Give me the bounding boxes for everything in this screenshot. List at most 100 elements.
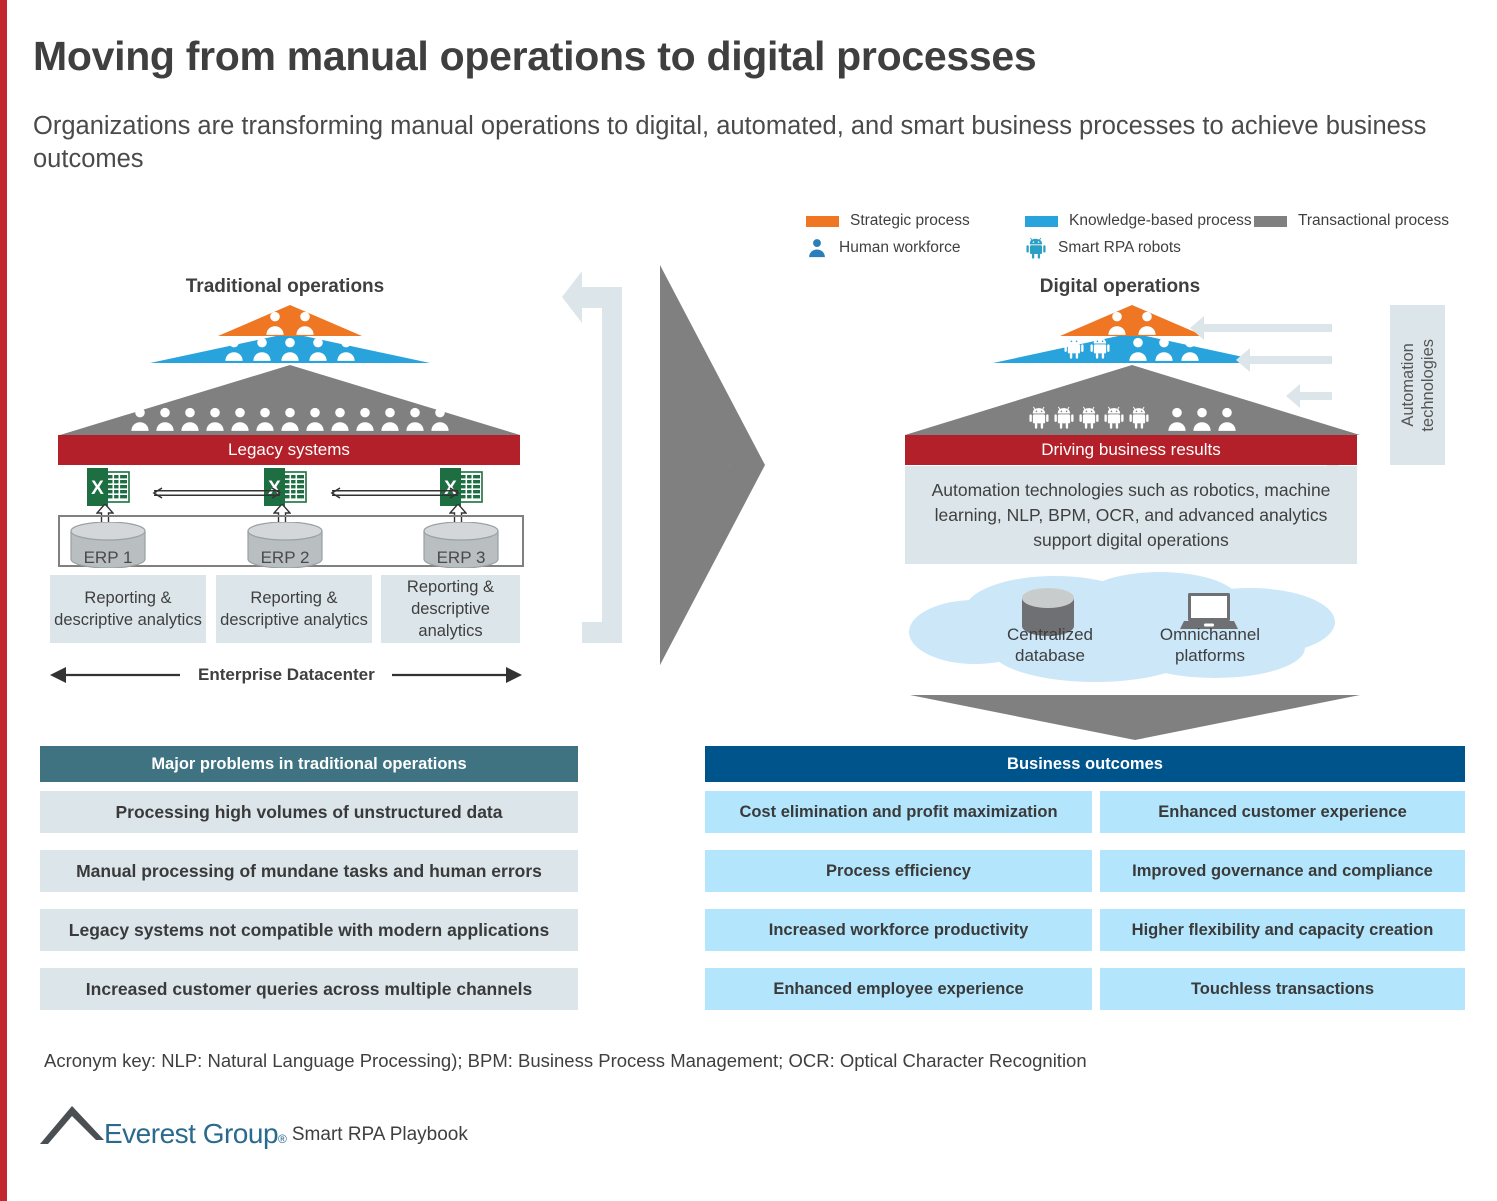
cloud-shape-icon <box>909 572 1335 682</box>
omnichannel-platforms-label: Omnichannel platforms <box>1145 624 1275 666</box>
person-icon <box>1129 337 1147 361</box>
outcome-item: Higher flexibility and capacity creation <box>1100 909 1465 951</box>
feedback-loop-arrow-icon <box>562 271 622 643</box>
automation-description-box: Automation technologies such as robotics… <box>905 466 1357 564</box>
erp-node: ERP 1 <box>69 521 147 569</box>
person-icon <box>281 337 299 361</box>
legend-item-knowledge-based-process: Knowledge-based process <box>1025 212 1252 230</box>
person-icon <box>1108 311 1126 335</box>
analytics-box: Reporting & descriptive analytics <box>216 575 372 643</box>
outcome-item: Increased workforce productivity <box>705 909 1092 951</box>
left-arrow-icon <box>50 667 180 683</box>
legend-label: Smart RPA robots <box>1058 239 1181 256</box>
everest-group-logo: Everest Group ® Smart RPA Playbook <box>38 1098 468 1149</box>
driving-business-results-band: Driving business results <box>905 435 1357 465</box>
problem-item: Manual processing of mundane tasks and h… <box>40 850 578 892</box>
legend-item-human-workforce: Human workforce <box>806 237 960 259</box>
digital-operations-title: Digital operations <box>1039 276 1201 297</box>
robot-icon <box>1128 406 1149 429</box>
erp-node: ERP 2 <box>246 521 324 569</box>
legend-label: Human workforce <box>839 239 961 256</box>
knowledge-process-swatch-icon <box>1025 215 1058 227</box>
brand-name: Everest Group <box>104 1118 279 1149</box>
robot-icon <box>1028 406 1049 429</box>
person-icon <box>331 407 349 431</box>
bidirectional-arrow-icon <box>152 487 282 499</box>
page-subtitle: Organizations are transforming manual op… <box>33 112 1427 173</box>
legend-label: Knowledge-based process <box>1069 212 1252 229</box>
automation-description-text: Automation technologies such as robotics… <box>931 479 1331 550</box>
legend-label: Transactional process <box>1298 212 1450 229</box>
erp-label: ERP 1 <box>83 548 133 567</box>
outcome-item: Improved governance and compliance <box>1100 850 1465 892</box>
person-icon <box>1167 407 1186 431</box>
legend-item-transactional-process: Transactional process <box>1254 212 1449 230</box>
right-arrow-icon <box>392 667 522 683</box>
person-icon <box>1155 337 1173 361</box>
cloud-item-label: Omnichannel platforms <box>1159 625 1261 665</box>
legend: Strategic process Knowledge-based proces… <box>806 210 1466 262</box>
mountain-logo-icon <box>40 1106 104 1144</box>
person-icon <box>131 407 149 431</box>
registered-mark: ® <box>278 1132 287 1146</box>
centralized-database-label: Centralized database <box>985 624 1115 666</box>
person-icon <box>309 337 327 361</box>
person-icon <box>306 407 324 431</box>
problem-item: Processing high volumes of unstructured … <box>40 791 578 833</box>
robot-icon <box>1064 336 1084 359</box>
person-icon <box>406 407 424 431</box>
erp-label: ERP 2 <box>260 548 310 567</box>
robot-icon <box>1103 406 1124 429</box>
transition-arrow-icon <box>660 265 765 665</box>
problem-item: Increased customer queries across multip… <box>40 968 578 1010</box>
tier-figure-group <box>150 337 430 361</box>
outcome-item: Enhanced employee experience <box>705 968 1092 1010</box>
legend-label: Strategic process <box>850 212 970 229</box>
person-icon <box>206 407 224 431</box>
transactional-process-swatch-icon <box>1254 215 1287 227</box>
outcomes-panel-heading: Business outcomes <box>705 746 1465 782</box>
person-icon <box>181 407 199 431</box>
page-title: Moving from manual operations to digital… <box>33 33 1037 79</box>
robot-icon <box>1053 406 1074 429</box>
person-icon <box>156 407 174 431</box>
person-icon <box>256 407 274 431</box>
svg-text:X: X <box>91 478 104 499</box>
robot-icon <box>1078 406 1099 429</box>
automation-technologies-label: Automation technologies <box>1390 305 1445 465</box>
strategic-process-swatch-icon <box>806 215 839 227</box>
pyramid-tier-strategic <box>218 305 362 336</box>
cloud-item-label: Centralized database <box>1007 625 1093 665</box>
legend-item-strategic-process: Strategic process <box>806 212 970 230</box>
outcome-item: Enhanced customer experience <box>1100 791 1465 833</box>
bidirectional-arrow-icon <box>330 487 460 499</box>
down-arrow-icon <box>910 695 1360 740</box>
traditional-pyramid <box>60 305 520 435</box>
excel-icon: X <box>87 468 130 506</box>
person-icon <box>225 337 243 361</box>
brand-tagline: Smart RPA Playbook <box>291 1124 468 1145</box>
person-icon <box>1138 311 1156 335</box>
person-icon <box>266 311 284 335</box>
robot-icon <box>1090 336 1110 359</box>
person-icon <box>381 407 399 431</box>
problem-item: Legacy systems not compatible with moder… <box>40 909 578 951</box>
person-icon <box>281 407 299 431</box>
person-icon <box>253 337 271 361</box>
person-icon <box>337 337 355 361</box>
person-icon <box>431 407 449 431</box>
problems-panel-heading: Major problems in traditional operations <box>40 746 578 782</box>
traditional-operations-title: Traditional operations <box>185 276 385 297</box>
person-icon <box>296 311 314 335</box>
legacy-systems-band: Legacy systems <box>58 435 520 465</box>
outcome-item: Cost elimination and profit maximization <box>705 791 1092 833</box>
pyramid-tier-knowledge <box>150 333 430 363</box>
outcome-item: Touchless transactions <box>1100 968 1465 1010</box>
tier-figure-group <box>218 311 362 335</box>
acronym-key: Acronym key: NLP: Natural Language Proce… <box>44 1050 1087 1071</box>
person-icon <box>356 407 374 431</box>
erp-label: ERP 3 <box>436 548 486 567</box>
automation-technologies-text: Automation technologies <box>1398 338 1437 432</box>
robot-icon <box>1026 237 1046 259</box>
enterprise-datacenter-label: Enterprise Datacenter <box>198 665 375 684</box>
